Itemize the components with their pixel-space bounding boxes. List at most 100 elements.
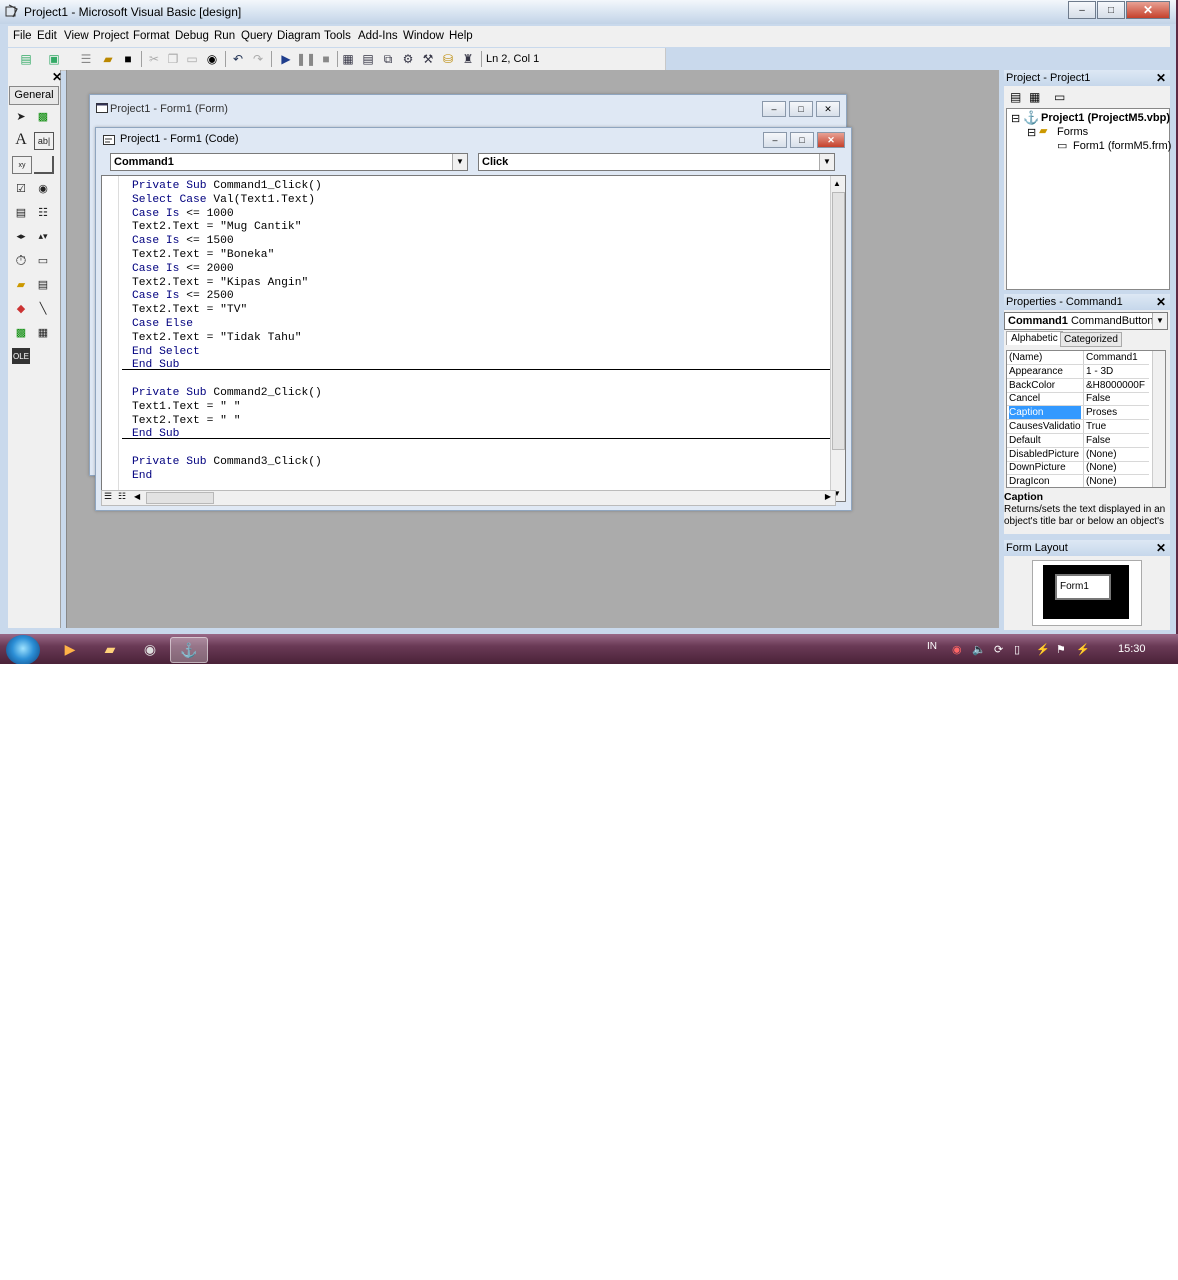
update-icon[interactable]: ⟳ bbox=[994, 643, 1003, 656]
find-icon[interactable]: ◉ bbox=[204, 51, 220, 67]
menu-format[interactable]: Format bbox=[133, 30, 169, 42]
explorer-icon[interactable]: ▰ bbox=[92, 637, 128, 661]
code-line[interactable]: Case Is <= 2500 bbox=[132, 289, 234, 303]
form-minimize-button[interactable]: – bbox=[762, 101, 786, 117]
chevron-down-icon[interactable]: ▼ bbox=[1152, 313, 1167, 329]
tree-expand-icon[interactable]: ⊟ bbox=[1011, 112, 1020, 125]
drivelistbox-icon[interactable]: ▭ bbox=[34, 252, 52, 268]
toolbox-tab-general[interactable]: General bbox=[9, 86, 59, 105]
property-row[interactable]: Cancel False bbox=[1007, 392, 1149, 407]
dirlistbox-icon[interactable]: ▰ bbox=[12, 276, 30, 292]
antivirus-icon[interactable]: ⚡ bbox=[1076, 643, 1090, 656]
end-icon[interactable]: ■ bbox=[318, 51, 334, 67]
toggle-folders-icon[interactable]: ▭ bbox=[1054, 90, 1065, 104]
open-project-icon[interactable]: ▰ bbox=[100, 51, 116, 67]
scroll-left-icon[interactable]: ◀ bbox=[134, 492, 140, 501]
chevron-down-icon[interactable]: ▼ bbox=[452, 154, 467, 170]
property-row[interactable]: (Name) Command1 bbox=[1007, 351, 1149, 365]
redo-icon[interactable]: ↷ bbox=[250, 51, 266, 67]
menu-run[interactable]: Run bbox=[214, 30, 235, 42]
property-row[interactable]: DragIcon (None) bbox=[1007, 475, 1149, 487]
filelistbox-icon[interactable]: ▤ bbox=[34, 276, 52, 292]
copy-icon[interactable]: ❐ bbox=[165, 51, 181, 67]
code-line[interactable]: Select Case Val(Text1.Text) bbox=[132, 193, 315, 207]
commandbutton-icon[interactable] bbox=[34, 156, 54, 174]
code-line[interactable]: Text2.Text = "Boneka" bbox=[132, 248, 274, 262]
start-icon[interactable]: ▶ bbox=[278, 51, 294, 67]
add-project-icon[interactable]: ▤ bbox=[18, 51, 34, 67]
code-editor[interactable]: Private Sub Command1_Click() Select Case … bbox=[101, 175, 846, 502]
minimize-button[interactable]: – bbox=[1068, 1, 1096, 19]
hscroll-thumb[interactable] bbox=[146, 492, 214, 504]
code-horizontal-scrollbar[interactable]: ☰ ☷ ◀ ▶ bbox=[101, 490, 836, 506]
clock[interactable]: 15:30 bbox=[1118, 643, 1146, 655]
code-window[interactable]: Project1 - Form1 (Code) – □ ✕ Command1 ▼… bbox=[95, 127, 852, 511]
menu-file[interactable]: File bbox=[13, 30, 32, 42]
code-line[interactable]: End Sub bbox=[132, 427, 179, 441]
menu-add-ins[interactable]: Add-Ins bbox=[358, 30, 398, 42]
title-bar[interactable]: Project1 - Microsoft Visual Basic [desig… bbox=[0, 0, 1176, 24]
view-code-icon[interactable]: ▤ bbox=[1010, 90, 1021, 104]
property-row[interactable]: Caption Proses bbox=[1007, 406, 1149, 421]
code-maximize-button[interactable]: □ bbox=[790, 132, 814, 148]
property-value[interactable]: False bbox=[1083, 433, 1154, 447]
close-button[interactable]: ✕ bbox=[1126, 1, 1170, 19]
property-grid-scrollbar[interactable] bbox=[1152, 351, 1165, 487]
code-line[interactable]: Text2.Text = "Mug Cantik" bbox=[132, 220, 301, 234]
code-line[interactable]: Text2.Text = "Kipas Angin" bbox=[132, 276, 308, 290]
property-value[interactable]: False bbox=[1083, 392, 1154, 406]
tree-expand-icon[interactable]: ⊟ bbox=[1027, 126, 1036, 139]
project-explorer-close-button[interactable]: ✕ bbox=[1156, 71, 1166, 85]
property-row[interactable]: DownPicture (None) bbox=[1007, 461, 1149, 476]
form-close-button[interactable]: ✕ bbox=[816, 101, 840, 117]
code-line[interactable]: End Sub bbox=[132, 358, 179, 372]
vscrollbar-icon[interactable]: ▴▾ bbox=[34, 228, 52, 244]
code-line[interactable]: Text1.Text = " " bbox=[132, 400, 240, 414]
property-row[interactable]: Default False bbox=[1007, 433, 1149, 448]
timer-icon[interactable]: ⏱ bbox=[12, 252, 30, 268]
paste-icon[interactable]: ▭ bbox=[184, 51, 200, 67]
textbox-icon[interactable]: ab| bbox=[34, 132, 54, 150]
tab-categorized[interactable]: Categorized bbox=[1060, 332, 1122, 347]
data-icon[interactable]: ▦ bbox=[34, 324, 52, 340]
code-line[interactable]: Case Is <= 2000 bbox=[132, 262, 234, 276]
maximize-button[interactable]: □ bbox=[1097, 1, 1125, 19]
pointer-icon[interactable]: ➤ bbox=[12, 108, 30, 124]
start-button[interactable] bbox=[6, 635, 40, 664]
code-line[interactable]: End Select bbox=[132, 345, 200, 359]
line-icon[interactable]: ╲ bbox=[34, 300, 52, 316]
listbox-icon[interactable]: ☷ bbox=[34, 204, 52, 220]
procedure-combo[interactable]: Click ▼ bbox=[478, 153, 835, 171]
menu-tools[interactable]: Tools bbox=[324, 30, 351, 42]
property-value[interactable]: True bbox=[1083, 420, 1154, 433]
power-icon[interactable]: ⚡ bbox=[1036, 643, 1050, 656]
property-row[interactable]: Appearance 1 - 3D bbox=[1007, 364, 1149, 379]
property-value[interactable]: Proses bbox=[1083, 406, 1154, 420]
network-icon[interactable]: ◉ bbox=[952, 643, 962, 656]
language-indicator[interactable]: IN bbox=[927, 641, 937, 652]
add-form-icon[interactable]: ▣ bbox=[46, 51, 62, 67]
object-selector[interactable]: Command1 CommandButton ▼ bbox=[1004, 312, 1168, 330]
checkbox-icon[interactable]: ☑ bbox=[12, 180, 30, 196]
property-row[interactable]: CausesValidation True bbox=[1007, 420, 1149, 434]
tree-form1[interactable]: Form1 (formM5.frm) bbox=[1073, 140, 1171, 152]
layout-form1[interactable]: Form1 bbox=[1055, 574, 1111, 600]
form-maximize-button[interactable]: □ bbox=[789, 101, 813, 117]
ole-icon[interactable]: OLE bbox=[12, 348, 30, 364]
property-row[interactable]: BackColor &H8000000F bbox=[1007, 378, 1149, 393]
code-line[interactable]: Text2.Text = " " bbox=[132, 414, 240, 428]
scroll-thumb[interactable] bbox=[832, 192, 845, 450]
property-value[interactable]: (None) bbox=[1083, 447, 1154, 461]
optionbutton-icon[interactable]: ◉ bbox=[34, 180, 52, 196]
code-minimize-button[interactable]: – bbox=[763, 132, 787, 148]
vb6-icon[interactable]: ⚓ bbox=[170, 637, 208, 663]
property-value[interactable]: (None) bbox=[1083, 461, 1154, 475]
undo-icon[interactable]: ↶ bbox=[230, 51, 246, 67]
data-view-icon[interactable]: ⛁ bbox=[440, 51, 456, 67]
hscrollbar-icon[interactable]: ◂▸ bbox=[12, 228, 30, 244]
project-explorer-icon[interactable]: ▦ bbox=[340, 51, 356, 67]
code-line[interactable]: Private Sub Command2_Click() bbox=[132, 386, 322, 400]
procedure-view-icon[interactable]: ☰ bbox=[104, 491, 112, 502]
property-value[interactable]: Command1 bbox=[1083, 351, 1154, 364]
code-line[interactable]: Text2.Text = "TV" bbox=[132, 303, 247, 317]
